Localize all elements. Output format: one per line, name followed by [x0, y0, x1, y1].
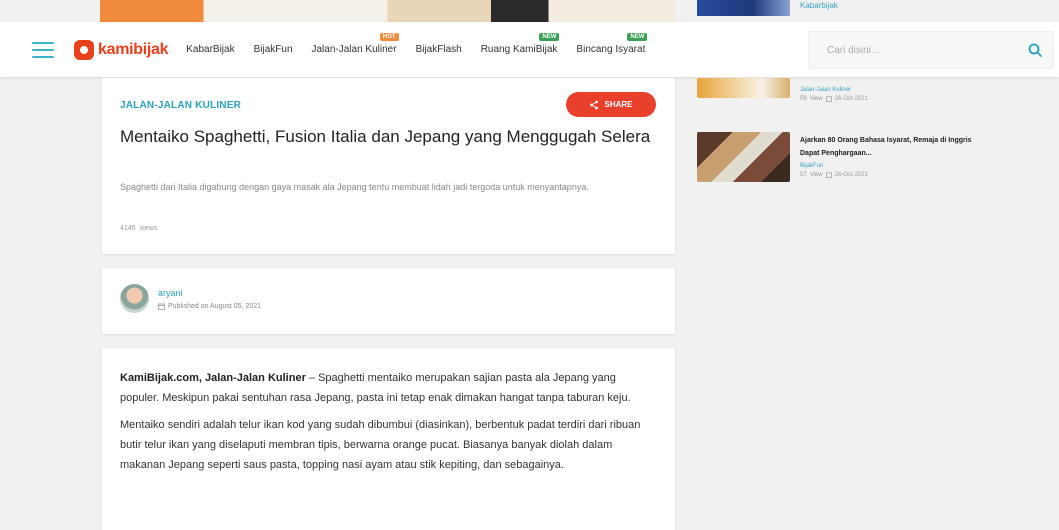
calendar-icon: [158, 303, 165, 310]
body-paragraph: KamiBijak.com, Jalan-Jalan Kuliner – Spa…: [120, 372, 631, 404]
publish-date: Published on August 05, 2021: [158, 303, 261, 310]
hamburger-menu-icon[interactable]: [32, 41, 54, 58]
sidebar-item-category[interactable]: BijakFun: [800, 163, 990, 169]
sidebar-item-meta: 57 View 26-Oct-2021: [800, 172, 868, 178]
article-category[interactable]: JALAN-JALAN KULINER: [120, 100, 241, 111]
sidebar-item-meta: 59 View 26-Oct-2021: [800, 96, 868, 102]
sidebar-item-title[interactable]: Ajarkan 80 Orang Bahasa Isyarat, Remaja …: [800, 134, 990, 160]
share-button[interactable]: SHARE: [566, 92, 656, 117]
author-card: aryani Published on August 05, 2021: [102, 268, 675, 334]
sidebar-item-category[interactable]: Jalan-Jalan Kuliner: [800, 87, 990, 93]
new-badge: NEW: [627, 33, 648, 41]
new-badge: NEW: [539, 33, 560, 41]
sidebar-thumbnail[interactable]: [697, 132, 790, 182]
article-body: KamiBijak.com, Jalan-Jalan Kuliner – Spa…: [120, 368, 650, 482]
hot-badge: HOT: [379, 33, 399, 41]
nav-item-kabarbijak[interactable]: KabarBijak: [186, 44, 234, 55]
search-box: [808, 31, 1054, 69]
logo-text: kamibijak: [98, 40, 169, 58]
sidebar-top-category-link[interactable]: Kabarbijak: [800, 1, 838, 10]
calendar-icon: [825, 96, 832, 102]
avatar[interactable]: [120, 284, 149, 313]
nav-item-bincang-isyarat[interactable]: Bincang Isyarat NEW: [576, 33, 648, 55]
author-name[interactable]: aryani: [158, 288, 183, 298]
site-logo[interactable]: kamibijak: [74, 39, 169, 60]
logo-mark-icon: [74, 39, 94, 60]
article-body-card: KamiBijak.com, Jalan-Jalan Kuliner – Spa…: [102, 348, 675, 530]
share-icon: [590, 100, 599, 109]
article-header-card: JALAN-JALAN KULINER SHARE Mentaiko Spagh…: [102, 78, 675, 254]
calendar-icon: [825, 172, 832, 178]
article-description: Spaghetti dari Italia digabung dengan ga…: [120, 182, 589, 192]
body-paragraph: Mentaiko sendiri adalah telur ikan kod y…: [120, 419, 641, 471]
article-title: Mentaiko Spaghetti, Fusion Italia dan Je…: [120, 127, 651, 146]
main-nav: KabarBijak BijakFun Jalan-Jalan Kuliner H…: [186, 33, 664, 55]
view-count: 4145 views: [120, 225, 158, 232]
sidebar-top-thumbnail[interactable]: [697, 0, 790, 16]
nav-item-ruang-kamibijak[interactable]: Ruang KamiBijak NEW: [481, 33, 560, 55]
site-header: kamibijak KabarBijak BijakFun Jalan-Jala…: [0, 22, 1059, 78]
search-icon[interactable]: [1027, 42, 1043, 58]
share-label: SHARE: [604, 100, 633, 109]
nav-item-bijakflash[interactable]: BijakFlash: [416, 44, 462, 55]
search-input[interactable]: [827, 44, 1007, 56]
article-hero-image: [100, 0, 675, 22]
sidebar-thumbnail[interactable]: [697, 78, 790, 98]
nav-item-jalan-jalan-kuliner[interactable]: Jalan-Jalan Kuliner HOT: [312, 33, 399, 55]
nav-item-bijakfun[interactable]: BijakFun: [254, 44, 293, 55]
